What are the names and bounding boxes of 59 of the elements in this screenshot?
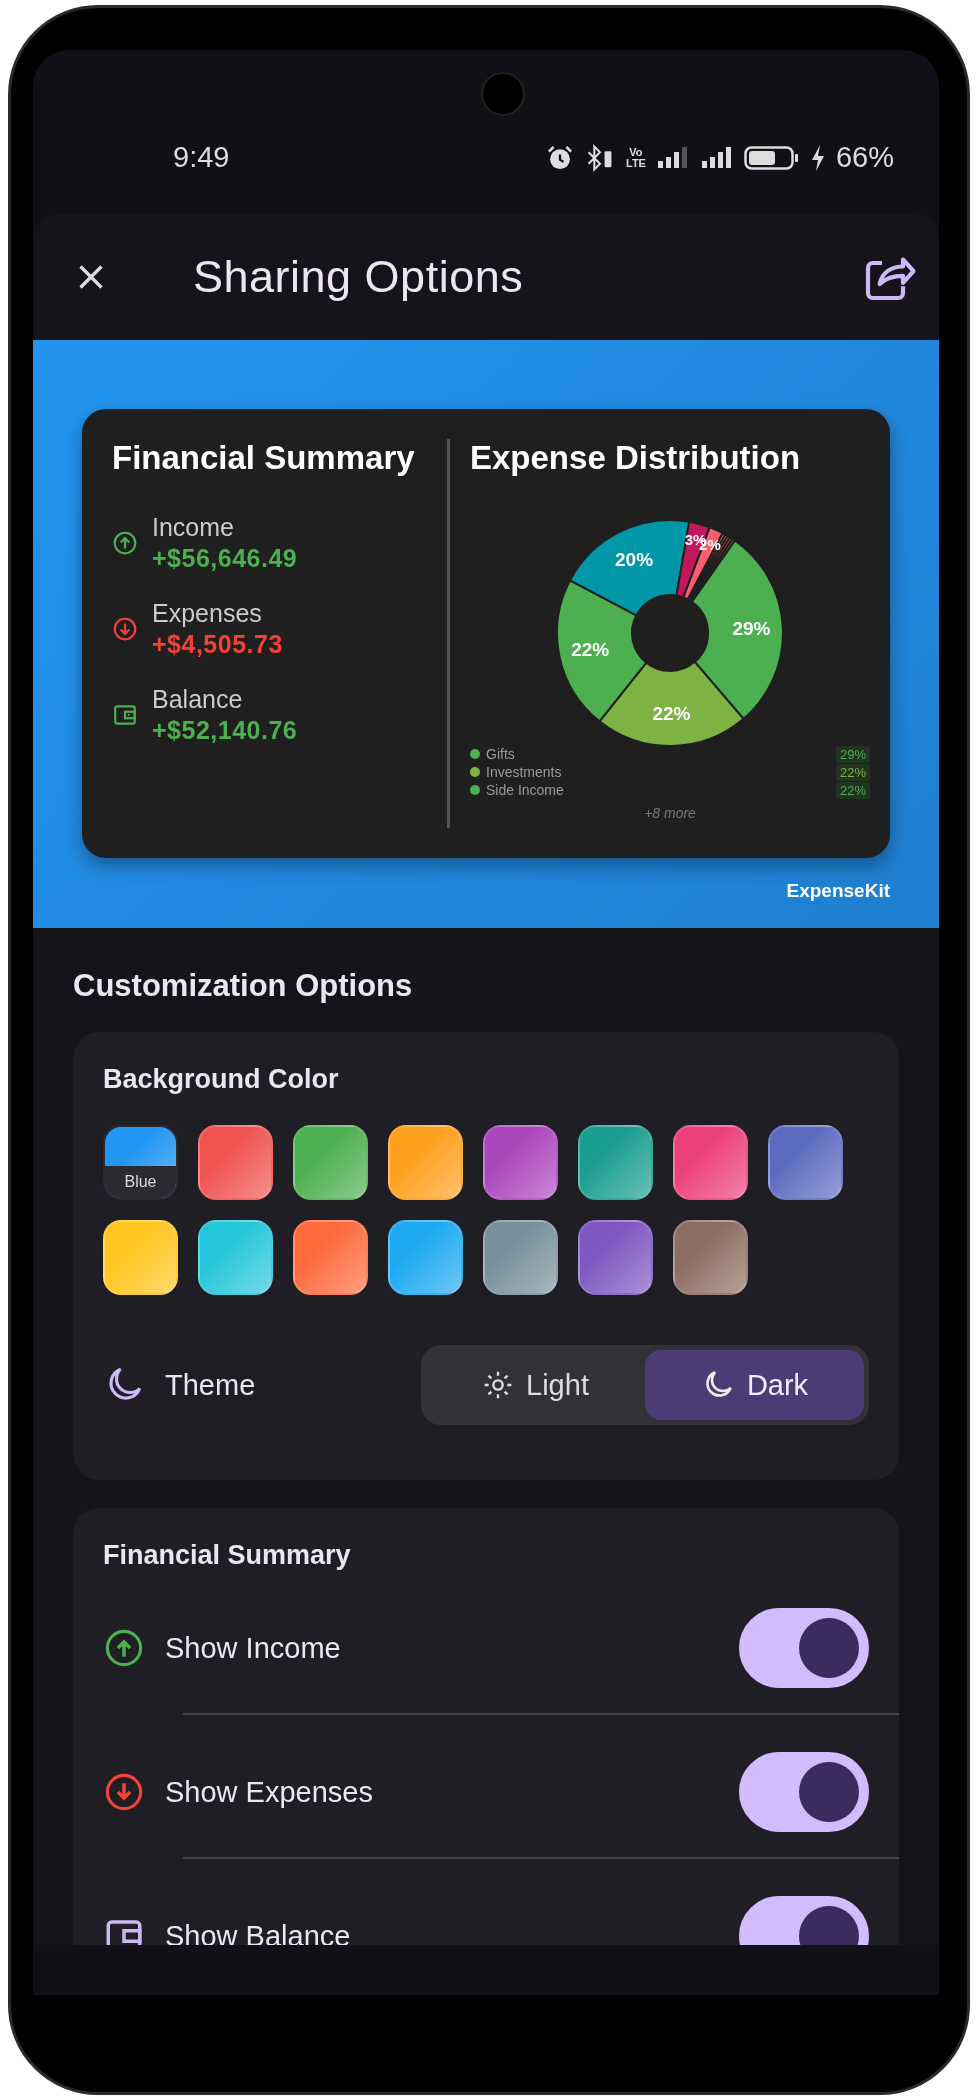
section-title: Customization Options (73, 968, 414, 1004)
toggle-label: Show Balance (165, 1919, 352, 1945)
charging-icon (809, 143, 826, 172)
legend-percent: 22% (835, 781, 870, 799)
summary-label: Income (152, 513, 235, 542)
color-swatch[interactable] (768, 1125, 843, 1200)
color-swatch[interactable] (198, 1125, 273, 1200)
up-arrow-circle-icon (103, 1627, 145, 1669)
legend-label: Gifts (486, 746, 516, 762)
status-time: 9:49 (173, 141, 230, 174)
color-swatch[interactable]: Blue (103, 1125, 178, 1200)
signal-icon (699, 145, 734, 170)
color-swatch[interactable] (673, 1220, 748, 1295)
color-swatch[interactable] (483, 1125, 558, 1200)
color-swatch[interactable] (293, 1125, 368, 1200)
legend-percent: 22% (835, 763, 870, 781)
legend-label: Investments (486, 764, 563, 780)
color-swatch[interactable] (388, 1125, 463, 1200)
down-arrow-circle-icon (103, 1771, 145, 1813)
color-swatch[interactable] (388, 1220, 463, 1295)
toggle-label: Show Expenses (165, 1775, 374, 1809)
summary-label: Balance (152, 685, 244, 714)
summary-label: Expenses (152, 599, 263, 628)
theme-option[interactable]: Dark (645, 1350, 864, 1420)
card-title: Expense Distribution (470, 439, 802, 477)
card-title: Background Color (103, 1064, 340, 1095)
color-swatch[interactable] (483, 1220, 558, 1295)
color-swatch[interactable] (293, 1220, 368, 1295)
slice-label: 29% (732, 618, 771, 639)
theme-option[interactable]: Light (426, 1350, 645, 1420)
color-swatch[interactable] (673, 1125, 748, 1200)
color-swatch[interactable] (103, 1220, 178, 1295)
screen-title: Sharing Options (193, 251, 525, 303)
battery-percent: 66% (835, 141, 894, 174)
battery-icon (743, 144, 800, 171)
slice-label: 22% (571, 638, 610, 660)
color-swatch[interactable] (578, 1125, 653, 1200)
alarm-icon (546, 143, 574, 172)
up-arrow-circle-icon (112, 530, 138, 556)
down-arrow-circle-icon (112, 616, 138, 642)
legend-label: Side Income (486, 782, 565, 798)
toggle-label: Show Income (165, 1631, 342, 1665)
more-label: +8 more (644, 805, 696, 821)
volte-label: Vo LTE (626, 146, 646, 169)
brand-label: ExpenseKit (786, 880, 890, 902)
slice-label: 20% (615, 548, 654, 570)
summary-value: +$4,505.73 (152, 630, 283, 659)
color-swatch[interactable] (578, 1220, 653, 1295)
camera-hole (481, 72, 525, 116)
summary-value: +$52,140.76 (152, 716, 298, 745)
theme-label: Theme (165, 1368, 257, 1402)
legend-percent: 29% (835, 745, 870, 763)
signal-icon (655, 145, 690, 170)
wallet-icon (112, 702, 138, 728)
color-swatch[interactable] (198, 1220, 273, 1295)
card-title: Financial Summary (103, 1540, 352, 1571)
slice-label: 22% (652, 703, 691, 725)
card-title: Financial Summary (112, 439, 416, 477)
summary-value: +$56,646.49 (152, 544, 298, 573)
